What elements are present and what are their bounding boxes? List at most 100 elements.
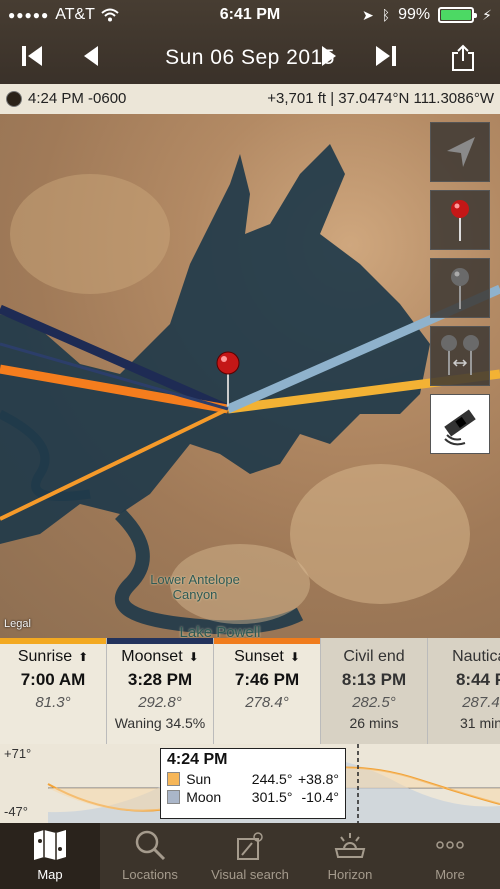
event-title-text: Civil end: [343, 648, 405, 665]
event-color-bar: [0, 638, 106, 644]
location-arrow-icon: [447, 137, 475, 167]
event-azimuth: 278.4°: [245, 694, 289, 711]
charging-icon: ⚡: [482, 6, 492, 23]
event-color-bar: [214, 638, 320, 644]
tooltip-sun-alt: +38.8°: [297, 771, 340, 787]
primary-pin-button[interactable]: [430, 190, 490, 250]
search-icon: [135, 830, 166, 861]
top-bar: ●●●●● AT&T 6:41 PM ➤ ᛒ 99% ⚡ Sun 06 Sep …: [0, 0, 500, 84]
event-title-text: Sunrise: [17, 648, 73, 665]
current-date[interactable]: Sun 06 Sep 2015: [0, 46, 500, 70]
visual-search-icon: [237, 832, 263, 860]
event-card[interactable]: Moonset ⬇ 3:28 PM 292.8° Waning 34.5%: [107, 638, 214, 744]
tab-locations-label: Locations: [122, 867, 178, 882]
share-button[interactable]: [450, 44, 478, 72]
swap-pins-button[interactable]: [430, 326, 490, 386]
events-strip[interactable]: Sunrise ⬆ 7:00 AM 81.3° Moonset ⬇ 3:28 PM 292.8…: [0, 638, 500, 744]
tab-horizon-label: Horizon: [327, 867, 373, 882]
min-altitude-label: -47°: [4, 804, 28, 819]
tab-more[interactable]: More: [400, 823, 500, 889]
tab-visual-search-label: Visual search: [211, 867, 289, 882]
info-bar: 4:24 PM -0600 +3,701 ft | 37.0474°N 111.…: [0, 84, 500, 114]
skip-forward-icon: [376, 46, 396, 66]
last-day-button[interactable]: [374, 44, 402, 72]
arrow-up-icon: ⬆: [78, 650, 89, 664]
map-icon: [34, 830, 66, 860]
event-card[interactable]: Sunset ⬇ 7:46 PM 278.4°: [214, 638, 321, 744]
place-label: Lower Antelope Canyon: [150, 572, 240, 602]
event-card[interactable]: Nautical 8:44 P 287.4 31 min: [428, 638, 500, 744]
arrow-down-icon: ⬇: [188, 650, 199, 664]
more-icon: [436, 841, 464, 849]
event-time: 8:13 PM: [341, 670, 407, 689]
satellite-map[interactable]: Lower Antelope Canyon Lake Powell Legal: [0, 114, 500, 638]
event-card[interactable]: Civil end 8:13 PM 282.5° 26 mins: [321, 638, 428, 744]
grey-pin-icon: [451, 268, 469, 309]
event-extra: Waning 34.5%: [114, 715, 206, 731]
red-pin-icon: [451, 200, 469, 241]
battery-percent: 99%: [398, 6, 431, 23]
event-time: 7:00 AM: [20, 670, 86, 689]
altitude-graph[interactable]: +71° -47° 4:24 PM Sun 244.5° +38.8° Moon…: [0, 744, 500, 823]
tab-map[interactable]: Map: [0, 823, 100, 889]
event-azimuth: 292.8°: [138, 694, 182, 711]
share-icon: [452, 44, 474, 71]
event-extra: 31 min: [459, 715, 500, 731]
event-title: Moonset ⬇: [107, 648, 213, 666]
event-title-text: Nautical: [452, 648, 500, 665]
location-arrow-icon: ➤: [361, 6, 374, 23]
tab-locations[interactable]: Locations: [100, 823, 200, 889]
tooltip-sun-row: Sun 244.5° +38.8°: [167, 771, 339, 787]
current-location-button[interactable]: [430, 122, 490, 182]
location-readout[interactable]: +3,701 ft | 37.0474°N 111.3086°W: [267, 90, 494, 107]
max-altitude-label: +71°: [4, 746, 32, 761]
map-layer: [0, 144, 500, 635]
tooltip-sun-az: 244.5°: [251, 771, 293, 787]
event-azimuth: 81.3°: [35, 694, 71, 711]
event-time: 3:28 PM: [127, 670, 193, 689]
swap-pins-icon: [441, 335, 479, 375]
event-title-text: Moonset: [121, 648, 183, 665]
battery-icon: [438, 7, 478, 23]
event-title: Nautical: [428, 648, 500, 666]
horizon-icon: [334, 833, 366, 858]
event-title: Civil end: [321, 648, 427, 666]
event-time: 7:46 PM: [234, 670, 300, 689]
event-azimuth: 282.5°: [352, 694, 396, 711]
chevron-right-icon: [322, 46, 336, 66]
map-type-button[interactable]: [430, 394, 490, 454]
tooltip-moon-name: Moon: [186, 789, 222, 805]
event-title-text: Sunset: [234, 648, 284, 665]
tooltip-moon-row: Moon 301.5° -10.4°: [167, 789, 339, 805]
tab-map-label: Map: [37, 867, 63, 882]
tooltip-moon-az: 301.5°: [251, 789, 293, 805]
event-title: Sunrise ⬆: [0, 648, 106, 666]
graph-tooltip: 4:24 PM Sun 244.5° +38.8° Moon 301.5° -1…: [160, 748, 346, 819]
secondary-pin-button[interactable]: [430, 258, 490, 318]
tab-bar: Map Locations Visual search Horizon More: [0, 823, 500, 889]
time-timezone[interactable]: 4:24 PM -0600: [28, 90, 126, 107]
status-bar: ●●●●● AT&T 6:41 PM ➤ ᛒ 99% ⚡: [0, 4, 500, 26]
next-day-button[interactable]: [316, 44, 344, 72]
tab-more-label: More: [435, 867, 465, 882]
tooltip-sun-name: Sun: [186, 771, 212, 787]
date-navigation: Sun 06 Sep 2015: [0, 36, 500, 80]
satellite-icon: [444, 409, 476, 446]
arrow-down-icon: ⬇: [289, 650, 300, 664]
tab-visual-search[interactable]: Visual search: [200, 823, 300, 889]
tab-horizon[interactable]: Horizon: [300, 823, 400, 889]
legal-link[interactable]: Legal: [4, 618, 31, 630]
moon-swatch: [167, 790, 181, 804]
event-color-bar: [107, 638, 213, 644]
tooltip-moon-alt: -10.4°: [301, 789, 340, 805]
event-extra: 26 mins: [349, 715, 399, 731]
event-card[interactable]: Sunrise ⬆ 7:00 AM 81.3°: [0, 638, 107, 744]
bluetooth-icon: ᛒ: [381, 7, 391, 23]
lake-label: Lake Powell: [179, 624, 261, 638]
moon-phase-icon: [6, 90, 22, 107]
event-title: Sunset ⬇: [214, 648, 320, 666]
event-azimuth: 287.4: [462, 694, 500, 711]
event-time: 8:44 P: [455, 670, 500, 689]
tooltip-time: 4:24 PM: [167, 751, 228, 768]
sun-swatch: [167, 772, 181, 786]
